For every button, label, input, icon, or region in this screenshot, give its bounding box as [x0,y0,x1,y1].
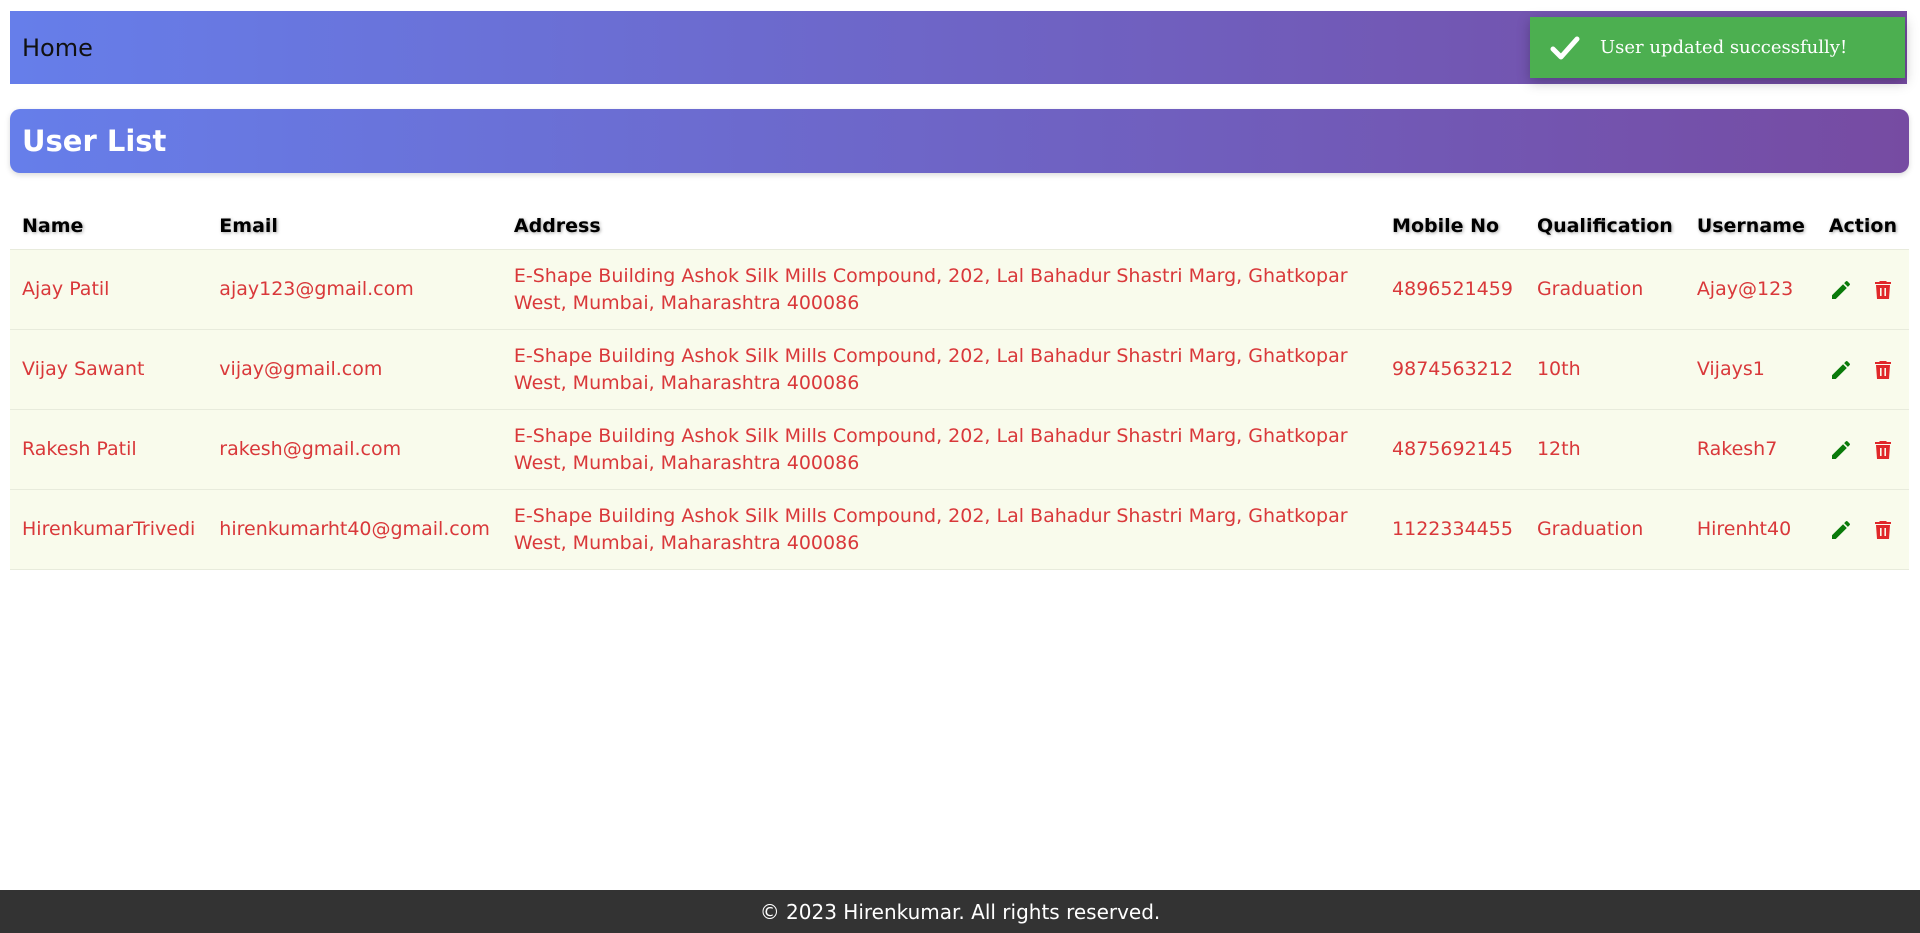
cell-mobile: 4875692145 [1380,409,1525,490]
table-header-row: Name Email Address Mobile No Qualificati… [10,203,1909,250]
cell-email: vijay@gmail.com [207,329,502,410]
table-row: Ajay Patil ajay123@gmail.com E-Shape Bui… [10,249,1909,330]
column-header-mobile: Mobile No [1392,215,1500,237]
cell-username: Vijays1 [1684,329,1817,410]
cell-username: Ajay@123 [1684,249,1817,330]
cell-name: HirenkumarTrivedi [10,489,208,570]
column-header-action: Action [1828,215,1897,237]
trash-icon[interactable] [1871,518,1895,542]
table-row: HirenkumarTrivedi hirenkumarht40@gmail.c… [10,489,1909,570]
cell-mobile: 1122334455 [1380,489,1525,570]
cell-email: rakesh@gmail.com [207,409,502,490]
footer: © 2023 Hirenkumar. All rights reserved. [0,890,1920,933]
pencil-icon[interactable] [1829,518,1853,542]
column-header-username: Username [1696,215,1805,237]
trash-icon[interactable] [1871,278,1895,302]
trash-icon[interactable] [1871,358,1895,382]
toast-message: User updated successfully! [1600,37,1848,58]
pencil-icon[interactable] [1829,278,1853,302]
cell-action [1816,489,1909,570]
pencil-icon[interactable] [1829,358,1853,382]
cell-name: Vijay Sawant [10,329,208,410]
user-table: Name Email Address Mobile No Qualificati… [10,203,1909,570]
cell-email: ajay123@gmail.com [207,249,502,330]
column-header-email: Email [219,215,278,237]
cell-address: E-Shape Building Ashok Silk Mills Compou… [501,489,1381,570]
cell-username: Hirenht40 [1684,489,1817,570]
cell-qualification: Graduation [1524,249,1685,330]
cell-address: E-Shape Building Ashok Silk Mills Compou… [501,409,1381,490]
footer-text: © 2023 Hirenkumar. All rights reserved. [759,899,1161,924]
cell-mobile: 9874563212 [1380,329,1525,410]
cell-qualification: 10th [1524,329,1685,410]
table-row: Vijay Sawant vijay@gmail.com E-Shape Bui… [10,329,1909,410]
cell-name: Rakesh Patil [10,409,208,490]
cell-name: Ajay Patil [10,249,208,330]
cell-action [1816,249,1909,330]
success-toast[interactable]: User updated successfully! [1530,17,1905,78]
cell-action [1816,329,1909,410]
cell-username: Rakesh7 [1684,409,1817,490]
cell-mobile: 4896521459 [1380,249,1525,330]
pencil-icon[interactable] [1829,438,1853,462]
cell-qualification: 12th [1524,409,1685,490]
cell-email: hirenkumarht40@gmail.com [207,489,502,570]
cell-qualification: Graduation [1524,489,1685,570]
cell-address: E-Shape Building Ashok Silk Mills Compou… [501,329,1381,410]
page-title: User List [22,124,167,158]
cell-address: E-Shape Building Ashok Silk Mills Compou… [501,249,1381,330]
table-row: Rakesh Patil rakesh@gmail.com E-Shape Bu… [10,409,1909,490]
column-header-address: Address [513,215,601,237]
column-header-qualification: Qualification [1536,215,1673,237]
trash-icon[interactable] [1871,438,1895,462]
column-header-name: Name [22,215,84,237]
page-header: User List [10,109,1909,173]
check-icon [1548,31,1582,65]
home-link[interactable]: Home [22,34,93,62]
cell-action [1816,409,1909,490]
